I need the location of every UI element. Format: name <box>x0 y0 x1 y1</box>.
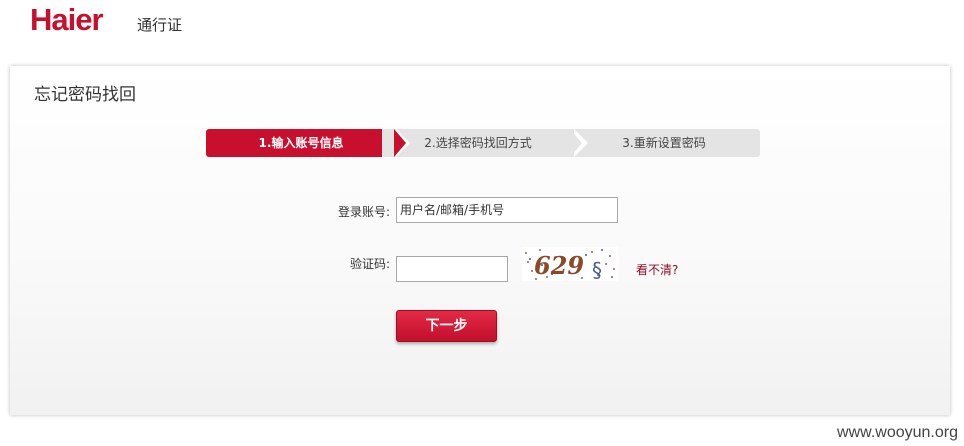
progress-steps: 1.输入账号信息 2.选择密码找回方式 3.重新设置密码 <box>206 129 760 157</box>
password-recovery-panel: 忘记密码找回 1.输入账号信息 2.选择密码找回方式 3.重新设置密码 登录账号… <box>10 66 950 415</box>
step-arrow-1 <box>394 129 406 157</box>
captcha-input[interactable] <box>396 256 508 282</box>
step-arrow-2 <box>570 129 582 157</box>
step-2: 2.选择密码找回方式 <box>382 129 574 157</box>
captcha-image[interactable]: 629 § <box>522 247 618 281</box>
svg-text:§: § <box>592 258 602 281</box>
next-step-button[interactable]: 下一步 <box>396 310 497 342</box>
step-1-active: 1.输入账号信息 <box>206 129 396 157</box>
step-3: 3.重新设置密码 <box>568 129 760 157</box>
logo-subtitle: 通行证 <box>137 16 183 34</box>
site-header: Haier 通行证 <box>0 0 964 60</box>
captcha-text: 629 <box>534 251 584 280</box>
watermark: www.wooyun.org <box>837 424 958 441</box>
page-title: 忘记密码找回 <box>34 85 136 105</box>
captcha-label: 验证码: <box>349 257 390 271</box>
haier-logo[interactable]: Haier <box>30 2 104 38</box>
account-input[interactable]: 用户名/邮箱/手机号 <box>396 197 618 223</box>
account-label: 登录账号: <box>337 205 390 219</box>
refresh-captcha-link[interactable]: 看不清? <box>636 261 678 278</box>
